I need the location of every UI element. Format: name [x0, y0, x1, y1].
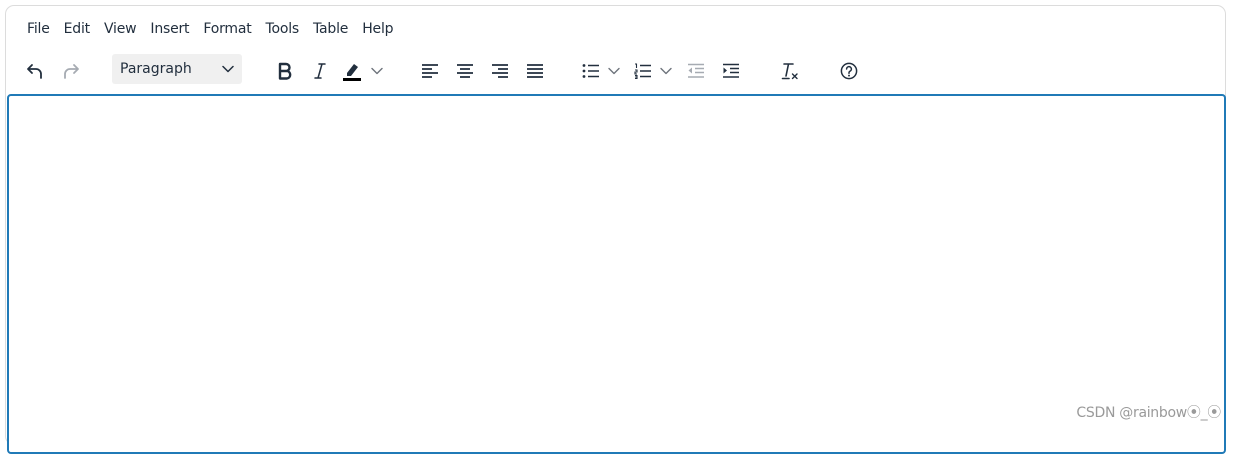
outdent-icon: [688, 63, 704, 78]
align-left-icon: [422, 64, 438, 78]
highlight-color-button[interactable]: [341, 57, 387, 85]
clear-formatting-button[interactable]: [776, 57, 804, 85]
watermark: CSDN @rainbow⦿_⦿: [1076, 405, 1221, 421]
block-format-select[interactable]: Paragraph: [112, 54, 242, 84]
outdent-button[interactable]: [682, 57, 710, 85]
bold-button[interactable]: [271, 57, 299, 85]
align-center-button[interactable]: [451, 57, 479, 85]
toolbar: Paragraph: [6, 52, 1225, 92]
align-justify-icon: [527, 64, 543, 78]
align-right-button[interactable]: [486, 57, 514, 85]
chevron-down-icon: [660, 67, 672, 75]
help-icon: [840, 62, 858, 80]
help-button[interactable]: [835, 57, 863, 85]
italic-button[interactable]: [306, 57, 334, 85]
clear-formatting-icon: [781, 63, 798, 80]
align-right-icon: [492, 64, 508, 78]
undo-button[interactable]: [21, 57, 49, 85]
menu-view[interactable]: View: [96, 17, 144, 41]
menubar: File Edit View Insert Format Tools Table…: [6, 6, 1225, 52]
indent-button[interactable]: [717, 57, 745, 85]
italic-icon: [314, 63, 326, 79]
menu-file[interactable]: File: [19, 17, 58, 41]
undo-icon: [27, 64, 42, 79]
menu-format[interactable]: Format: [195, 17, 259, 41]
chevron-down-icon: [608, 67, 620, 75]
bullet-list-button[interactable]: [582, 57, 628, 85]
menu-table[interactable]: Table: [305, 17, 356, 41]
menu-tools[interactable]: Tools: [258, 17, 308, 41]
menu-help[interactable]: Help: [354, 17, 401, 41]
chevron-down-icon: [222, 65, 234, 73]
align-left-button[interactable]: [416, 57, 444, 85]
numbered-list-icon: [634, 63, 651, 79]
indent-icon: [723, 63, 739, 78]
block-format-value: Paragraph: [120, 61, 192, 77]
redo-icon: [64, 64, 79, 79]
menu-insert[interactable]: Insert: [142, 17, 197, 41]
align-justify-button[interactable]: [521, 57, 549, 85]
chevron-down-icon: [371, 67, 383, 75]
bold-icon: [278, 62, 292, 80]
bullet-list-icon: [582, 64, 599, 78]
menu-edit[interactable]: Edit: [56, 17, 98, 41]
highlight-color-icon: [343, 64, 361, 81]
redo-button[interactable]: [57, 57, 85, 85]
editor-content-area[interactable]: [7, 94, 1226, 454]
align-center-icon: [457, 64, 473, 78]
numbered-list-button[interactable]: [634, 57, 680, 85]
rich-text-editor: File Edit View Insert Format Tools Table…: [5, 5, 1226, 454]
